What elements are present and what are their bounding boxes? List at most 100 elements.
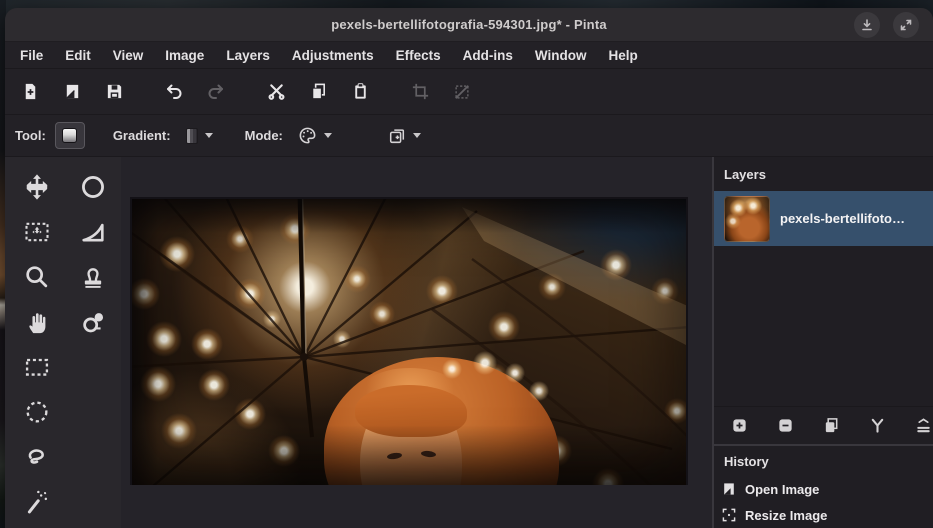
crop-to-selection-icon [411,82,430,101]
move-selected-tool[interactable] [17,167,57,207]
menu-help[interactable]: Help [599,45,648,66]
recolor-tool[interactable] [73,302,113,342]
ellipse-icon [79,173,107,201]
paste-button[interactable] [343,77,377,107]
undo-button[interactable] [157,77,191,107]
menu-view[interactable]: View [103,45,154,66]
main-content: Layers pexels-bertellifoto… [5,157,933,528]
menu-window[interactable]: Window [525,45,597,66]
open-image-button[interactable] [55,77,89,107]
mode-label: Mode: [245,128,283,143]
move-arrows-icon [23,173,51,201]
hand-icon [23,308,51,336]
save-icon [105,82,124,101]
undo-icon [164,82,184,102]
freeform-shape-tool[interactable] [73,212,113,252]
copy-icon [309,82,328,101]
clone-stamp-tool[interactable] [73,257,113,297]
resize-image-icon [720,506,738,524]
cut-button[interactable] [259,77,293,107]
menu-adjustments[interactable]: Adjustments [282,45,384,66]
menu-addins[interactable]: Add-ins [453,45,523,66]
color-palette-icon [298,126,317,145]
freeform-shape-icon [79,218,107,246]
color-mode-dropdown[interactable] [292,123,338,148]
history-panel-header: History [714,446,933,476]
layer-list-empty-space [714,246,933,406]
move-selection-icon [23,218,51,246]
menu-layers[interactable]: Layers [216,45,280,66]
layers-panel-header: Layers [714,157,933,191]
layer-thumbnail [724,196,770,242]
menu-image[interactable]: Image [155,45,214,66]
magic-wand-icon [23,488,51,516]
layer-name: pexels-bertellifoto… [780,211,905,226]
expand-diagonal-icon [899,18,913,32]
gradient-label: Gradient: [113,128,171,143]
add-layer-icon [731,417,748,434]
crop-to-selection-button[interactable] [403,77,437,107]
move-selection-tool[interactable] [17,212,57,252]
layer-buttons-bar [714,406,933,444]
merge-down-icon [869,417,886,434]
history-item-label: Open Image [745,482,819,497]
rectangle-select-tool[interactable] [17,347,57,387]
copy-button[interactable] [301,77,335,107]
zoom-tool[interactable] [17,257,57,297]
magic-wand-tool[interactable] [17,482,57,522]
delete-layer-icon [777,417,794,434]
menu-effects[interactable]: Effects [386,45,451,66]
save-button[interactable] [97,77,131,107]
stamp-icon [79,263,107,291]
layer-row[interactable]: pexels-bertellifoto… [714,191,933,246]
blend-mode-dropdown[interactable] [382,124,427,148]
open-image-icon [720,480,738,498]
redo-button[interactable] [199,77,233,107]
window-title: pexels-bertellifotografia-594301.jpg* - … [331,17,607,32]
delete-layer-button[interactable] [774,415,796,437]
expand-window-button[interactable] [893,12,919,38]
duplicate-layer-icon [823,417,840,434]
layer-properties-icon [915,417,932,434]
chevron-down-icon [205,133,213,138]
gradient-type-dropdown[interactable] [180,125,219,147]
gradient-type-icon [186,128,198,144]
lasso-select-tool[interactable] [17,437,57,477]
pan-tool[interactable] [17,302,57,342]
chevron-down-icon [324,133,332,138]
ellipse-tool[interactable] [73,167,113,207]
menu-file[interactable]: File [10,45,53,66]
chevron-down-icon [413,133,421,138]
history-item-label: Resize Image [745,508,827,523]
photo-vignette [132,199,686,485]
download-arrow-button[interactable] [854,12,880,38]
deselect-icon [453,83,471,101]
menu-edit[interactable]: Edit [55,45,101,66]
right-panel: Layers pexels-bertellifoto… [714,157,933,528]
add-layer-button[interactable] [728,415,750,437]
history-item-resize-image[interactable]: Resize Image [714,502,933,528]
canvas-image[interactable] [130,197,688,485]
deselect-button[interactable] [445,77,479,107]
open-image-icon [63,82,82,101]
tool-palette [5,157,121,528]
rectangle-select-icon [23,353,51,381]
canvas-area[interactable] [121,157,712,528]
paste-icon [351,82,370,101]
duplicate-layer-button[interactable] [820,415,842,437]
active-tool-button[interactable] [55,122,85,149]
titlebar[interactable]: pexels-bertellifotografia-594301.jpg* - … [5,8,933,42]
layer-properties-button[interactable] [912,415,933,437]
ellipse-select-tool[interactable] [17,392,57,432]
menubar: File Edit View Image Layers Adjustments … [5,42,933,69]
new-image-button[interactable] [13,77,47,107]
gradient-tool-icon [62,128,77,143]
merge-layer-down-button[interactable] [866,415,888,437]
ellipse-select-icon [23,398,51,426]
cut-icon [267,82,286,101]
recolor-icon [79,308,107,336]
history-item-open-image[interactable]: Open Image [714,476,933,502]
redo-icon [206,82,226,102]
download-arrow-icon [860,18,874,32]
main-toolbar [5,69,933,115]
